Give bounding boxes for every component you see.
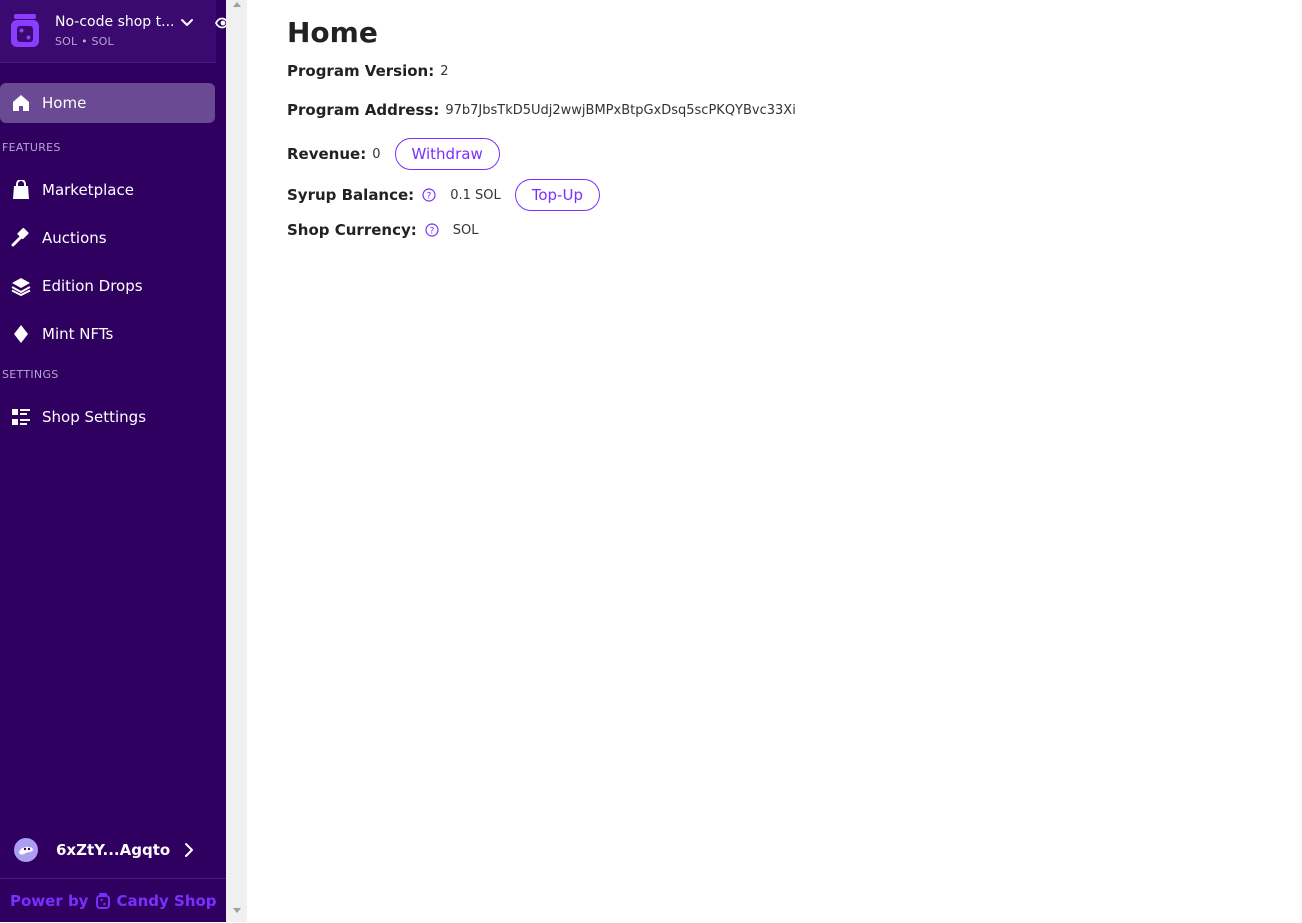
section-label-settings: SETTINGS (2, 368, 59, 381)
top-up-button[interactable]: Top-Up (514, 179, 600, 211)
help-icon[interactable]: ? (422, 188, 436, 202)
brand-name: Candy Shop (116, 892, 217, 910)
sidebar-item-label: Auctions (42, 229, 107, 247)
revenue-label: Revenue: (287, 145, 367, 163)
layers-icon (10, 275, 32, 297)
scroll-up-arrow-icon[interactable] (232, 0, 242, 8)
program-version-label: Program Version: (287, 62, 435, 80)
scroll-down-arrow-icon[interactable] (232, 907, 242, 915)
sidebar-item-label: Mint NFTs (42, 325, 114, 343)
scrollbar[interactable] (226, 0, 247, 922)
shop-currency-row: Shop Currency: ? SOL (287, 221, 478, 239)
sidebar-item-mint-nfts[interactable]: Mint NFTs (0, 314, 215, 354)
shop-switcher[interactable]: No-code shop t... SOL • SOL (0, 0, 216, 63)
gavel-icon (10, 227, 32, 249)
chevron-right-icon (185, 843, 193, 857)
powered-by-link[interactable]: Power by Candy Shop (0, 878, 226, 923)
syrup-balance-value: 0.1 SOL (450, 187, 501, 203)
chevron-down-icon[interactable] (180, 16, 194, 30)
sidebar-item-home[interactable]: Home (0, 83, 215, 123)
settings-list-icon (10, 406, 32, 428)
sidebar-item-edition-drops[interactable]: Edition Drops (0, 266, 215, 306)
home-icon (10, 92, 32, 114)
program-address-label: Program Address: (287, 101, 440, 119)
revenue-value: 0 (372, 146, 381, 162)
program-address-row: Program Address: 97b7JbsTkD5Udj2wwjBMPxB… (287, 101, 796, 119)
sidebar-item-label: Edition Drops (42, 277, 143, 295)
shop-currency-label: Shop Currency: (287, 221, 417, 239)
power-by-text: Power by (10, 892, 89, 910)
withdraw-button[interactable]: Withdraw (394, 138, 500, 170)
shop-logo-icon (11, 14, 39, 47)
svg-text:?: ? (427, 192, 432, 202)
program-version-value: 2 (440, 63, 449, 79)
program-address-value: 97b7JbsTkD5Udj2wwjBMPxBtpGxDsq5scPKQYBvc… (445, 102, 796, 118)
diamond-icon (10, 323, 32, 345)
revenue-row: Revenue: 0 Withdraw (287, 138, 500, 170)
help-icon[interactable]: ? (425, 223, 439, 237)
section-label-features: FEATURES (2, 141, 61, 154)
page-title: Home (287, 16, 378, 49)
sidebar: No-code shop t... SOL • SOL Home FEATURE… (0, 0, 228, 923)
wallet-address: 6xZtY...Agqto (56, 841, 171, 859)
shop-currency-value: SOL (452, 222, 479, 238)
program-version-row: Program Version: 2 (287, 62, 449, 80)
sidebar-item-marketplace[interactable]: Marketplace (0, 170, 215, 210)
wallet-button[interactable]: 6xZtY...Agqto (0, 830, 226, 870)
sidebar-item-shop-settings[interactable]: Shop Settings (0, 397, 215, 437)
sidebar-item-label: Shop Settings (42, 408, 147, 426)
shopping-bag-icon (10, 179, 32, 201)
svg-text:?: ? (429, 227, 434, 237)
sidebar-item-auctions[interactable]: Auctions (0, 218, 215, 258)
shop-network: SOL • SOL (55, 35, 114, 48)
syrup-balance-row: Syrup Balance: ? 0.1 SOL Top-Up (287, 179, 600, 211)
sidebar-item-label: Home (42, 94, 87, 112)
sidebar-item-label: Marketplace (42, 181, 134, 199)
candy-shop-logo-icon (96, 893, 111, 909)
phantom-avatar-icon (14, 838, 38, 862)
syrup-balance-label: Syrup Balance: (287, 186, 415, 204)
shop-name: No-code shop t... (55, 14, 175, 30)
